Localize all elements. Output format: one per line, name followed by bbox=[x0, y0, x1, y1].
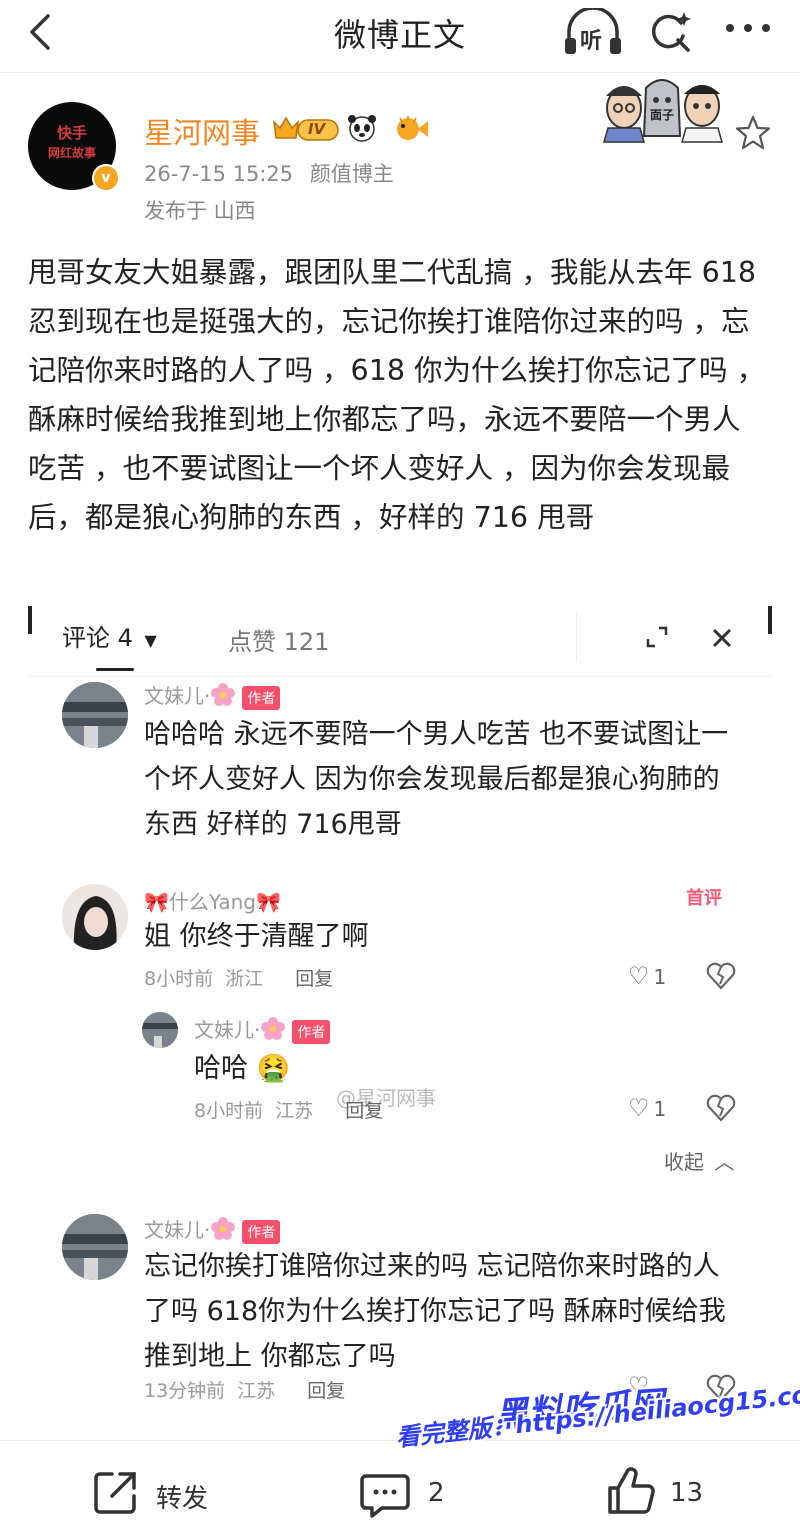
comment-location: 江苏 bbox=[237, 1380, 276, 1402]
commenter-avatar[interactable] bbox=[62, 682, 128, 748]
tab-comments-label: 评论 4 bbox=[62, 624, 133, 652]
like-count: 1 bbox=[653, 965, 667, 989]
crown-level-icon bbox=[272, 116, 339, 141]
tab-divider-line bbox=[28, 676, 772, 677]
comment-location: 浙江 bbox=[225, 968, 264, 990]
post-body-text: 甩哥女友大姐暴露，跟团队里二代乱搞 ，我能从去年 618 忍到现在也是挺强大的，… bbox=[28, 256, 766, 534]
commenter-avatar[interactable] bbox=[62, 1214, 128, 1280]
like-button[interactable]: ♡ 1 bbox=[628, 962, 666, 990]
reply-button[interactable]: 回复 bbox=[307, 1380, 345, 1402]
tab-comments[interactable]: 评论 4 ▼ bbox=[62, 618, 157, 653]
commenter-avatar[interactable] bbox=[142, 1012, 178, 1048]
comment-text: 哈哈 🤮 bbox=[194, 1053, 291, 1084]
reply-button[interactable]: 回复 bbox=[295, 968, 333, 990]
flower-icon bbox=[260, 1016, 286, 1047]
expand-icon[interactable] bbox=[644, 624, 670, 650]
flower-icon bbox=[210, 1216, 236, 1247]
comment-author[interactable]: 文妹儿· 作者 bbox=[144, 1214, 281, 1247]
sheet-corner-right bbox=[768, 606, 772, 634]
like-button[interactable]: ♡ 1 bbox=[628, 1094, 666, 1122]
tab-divider bbox=[576, 612, 577, 662]
user-badges: IV bbox=[272, 112, 432, 144]
first-comment-badge: 首评 bbox=[686, 888, 722, 909]
comment-text: 姐 你终于清醒了啊 bbox=[144, 921, 369, 952]
mascot-illustration: 面子 bbox=[598, 72, 728, 144]
level-badge-text: IV bbox=[308, 120, 326, 138]
comment-author-name: 文妹儿· bbox=[194, 1018, 261, 1042]
collapse-label: 收起 bbox=[664, 1150, 704, 1174]
comment-text: 哈哈哈 永远不要陪一个男人吃苦 也不要试图让一个坏人变好人 因为你会发现最后都是… bbox=[144, 719, 729, 840]
collapse-replies-button[interactable]: 收起 ︿ bbox=[664, 1146, 734, 1175]
favorite-star-icon[interactable] bbox=[734, 114, 772, 152]
broken-heart-icon[interactable] bbox=[706, 1094, 736, 1122]
comment-meta: 13分钟前 江苏 回复 bbox=[144, 1376, 345, 1403]
author-tag-badge: 作者 bbox=[242, 1219, 281, 1244]
like-count: 1 bbox=[653, 1097, 667, 1121]
author-tag-badge: 作者 bbox=[292, 1019, 331, 1044]
pufferfish-icon bbox=[397, 116, 428, 140]
sheet-corner-left bbox=[28, 606, 32, 634]
author-tag: 颜值博主 bbox=[309, 162, 394, 186]
repost-label[interactable]: 转发 bbox=[156, 1478, 208, 1515]
author-username[interactable]: 星河网事 bbox=[144, 110, 260, 152]
avatar-text-line2: 网红故事 bbox=[47, 146, 96, 160]
more-dots-icon[interactable] bbox=[724, 18, 772, 38]
comment-count[interactable]: 2 bbox=[428, 1478, 445, 1508]
bow-icon: 🎀 bbox=[144, 890, 169, 914]
reply-button[interactable]: 回复 bbox=[345, 1100, 383, 1122]
heart-outline-icon: ♡ bbox=[628, 962, 650, 990]
panda-icon bbox=[348, 115, 376, 142]
post-meta: 26-7-15 15:25 颜值博主 bbox=[144, 158, 394, 188]
listen-icon[interactable]: 听 bbox=[562, 6, 624, 56]
comment-author[interactable]: 🎀什么Yang🎀 bbox=[144, 886, 281, 915]
tab-likes[interactable]: 点赞 121 bbox=[228, 622, 329, 657]
repost-icon[interactable] bbox=[90, 1466, 142, 1518]
avatar-text-line1: 快手 bbox=[56, 124, 87, 142]
heart-outline-icon: ♡ bbox=[628, 1094, 650, 1122]
like-thumb-icon[interactable] bbox=[604, 1464, 658, 1518]
comment-time: 8小时前 bbox=[144, 968, 214, 990]
post-time: 26-7-15 15:25 bbox=[144, 162, 294, 186]
bow-icon: 🎀 bbox=[256, 890, 281, 914]
tab-active-indicator bbox=[96, 668, 134, 671]
flower-icon bbox=[210, 682, 236, 713]
comment-meta: 8小时前 浙江 回复 bbox=[144, 964, 333, 991]
comment-icon[interactable] bbox=[358, 1470, 412, 1520]
broken-heart-icon[interactable] bbox=[706, 962, 736, 990]
chevron-up-icon: ︿ bbox=[714, 1150, 735, 1174]
comment-text: 忘记你挨打谁陪你过来的吗 忘记陪你来时路的人了吗 618你为什么挨打你忘记了吗 … bbox=[144, 1251, 726, 1372]
like-count-total[interactable]: 13 bbox=[670, 1478, 703, 1508]
close-icon[interactable] bbox=[708, 624, 736, 652]
post-location: 发布于 山西 bbox=[144, 199, 256, 223]
comment-author[interactable]: 文妹儿· 作者 bbox=[144, 680, 281, 713]
comment-location: 江苏 bbox=[275, 1100, 314, 1122]
search-refresh-icon[interactable] bbox=[648, 8, 694, 56]
comment-time: 13分钟前 bbox=[144, 1380, 226, 1402]
comment-author-name: 什么Yang bbox=[168, 890, 256, 914]
comment-author-name: 文妹儿· bbox=[144, 684, 211, 708]
comment-author-name: 文妹儿· bbox=[144, 1218, 211, 1242]
chevron-down-icon: ▼ bbox=[144, 631, 157, 650]
author-tag-badge: 作者 bbox=[242, 685, 281, 710]
commenter-avatar[interactable] bbox=[62, 884, 128, 950]
comment-time: 8小时前 bbox=[194, 1100, 264, 1122]
listen-label: 听 bbox=[580, 29, 603, 54]
mascot-label: 面子 bbox=[650, 108, 675, 122]
verified-badge-icon: v bbox=[92, 164, 120, 192]
comment-author[interactable]: 文妹儿· 作者 bbox=[194, 1014, 331, 1047]
comment-meta: 8小时前 江苏 回复 bbox=[194, 1096, 383, 1123]
